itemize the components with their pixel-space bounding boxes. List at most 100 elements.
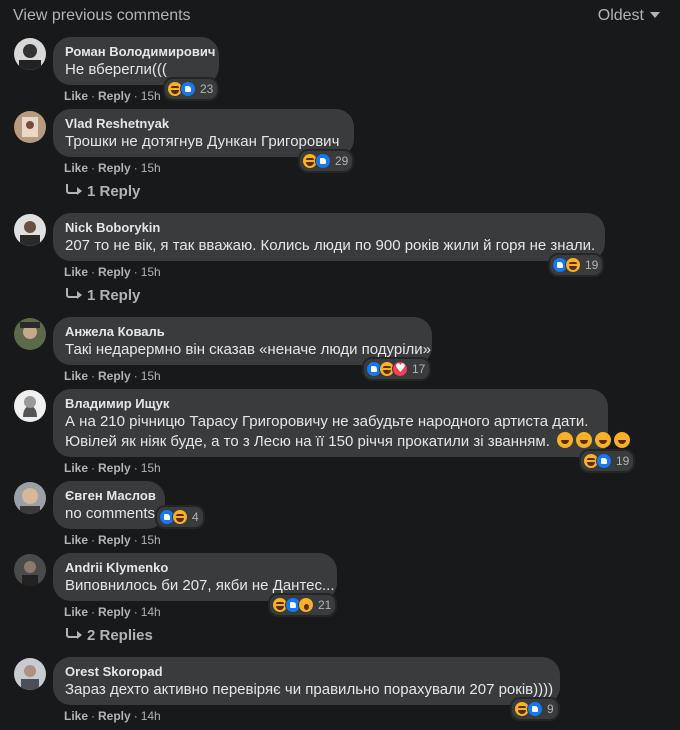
like-button[interactable]: Like [64, 369, 88, 383]
reaction-count: 17 [412, 362, 426, 376]
comment-author[interactable]: Andrii Klymenko [65, 560, 325, 576]
comment-author[interactable]: Orest Skoropad [65, 664, 548, 680]
like-reaction-icon [596, 453, 612, 469]
avatar[interactable] [14, 214, 46, 246]
reaction-count: 19 [585, 258, 599, 272]
avatar[interactable] [14, 111, 46, 143]
comment-author[interactable]: Роман Володимирович [65, 44, 215, 60]
reply-arrow-icon [66, 628, 82, 639]
reaction-count: 19 [616, 454, 630, 468]
reaction-count: 29 [335, 154, 349, 168]
comment-author[interactable]: Vlad Reshetnyak [65, 116, 342, 132]
reaction-summary[interactable]: 21 [268, 593, 338, 617]
comment-bubble: Orest Skoropad Зараз дехто активно перев… [53, 657, 560, 705]
grinning-emoji-icon [614, 432, 631, 448]
comment-text-line: Ювілей як ніяк буде, а то з Лесю на її 1… [65, 432, 631, 452]
comment-actions: Like · Reply · 15h [64, 265, 161, 279]
comment-actions: Like · Reply · 15h [64, 369, 161, 383]
reply-button[interactable]: Reply [98, 709, 131, 723]
like-button[interactable]: Like [64, 605, 88, 619]
reaction-count: 4 [192, 510, 199, 524]
comment-author[interactable]: Анжела Коваль [65, 324, 420, 340]
comment-text: no comments [65, 505, 156, 522]
comment-timestamp[interactable]: 15h [141, 461, 161, 475]
reply-button[interactable]: Reply [98, 533, 131, 547]
reaction-summary[interactable]: 17 [362, 357, 432, 381]
comment-actions: Like · Reply · 14h [64, 709, 161, 723]
comment-bubble: Владимир Ищук А на 210 річницю Тарасу Гр… [53, 389, 631, 457]
comments-header: View previous comments Oldest [0, 0, 680, 34]
sort-dropdown[interactable]: Oldest [598, 7, 660, 25]
reaction-summary[interactable]: 29 [298, 149, 355, 173]
comment-actions: Like · Reply · 15h [64, 89, 161, 103]
avatar[interactable] [14, 38, 46, 70]
reply-button[interactable]: Reply [98, 265, 131, 279]
grinning-emoji-icon [576, 432, 593, 448]
comment-text: Трошки не дотягнув Дункан Григорович [65, 133, 340, 150]
wow-reaction-icon [298, 597, 314, 613]
comment-timestamp[interactable]: 14h [141, 605, 161, 619]
avatar[interactable] [14, 318, 46, 350]
reaction-summary[interactable]: 19 [579, 449, 636, 473]
reaction-count: 23 [200, 82, 214, 96]
comment-author[interactable]: Владимир Ищук [65, 396, 596, 412]
haha-reaction-icon [172, 509, 188, 525]
reaction-summary[interactable]: 23 [163, 77, 220, 101]
like-button[interactable]: Like [64, 89, 88, 103]
comment-text: Ювілей як ніяк буде, а то з Лесю на її 1… [65, 433, 550, 450]
comment-actions: Like · Reply · 15h [64, 161, 161, 175]
haha-reaction-icon [565, 257, 581, 273]
like-reaction-icon [527, 701, 543, 717]
like-button[interactable]: Like [64, 709, 88, 723]
like-reaction-icon [315, 153, 331, 169]
reply-arrow-icon [66, 184, 82, 195]
love-reaction-icon [392, 361, 408, 377]
grinning-emoji-icon [595, 432, 612, 448]
reaction-summary[interactable]: 19 [548, 253, 605, 277]
sort-label: Oldest [597, 7, 644, 24]
reply-button[interactable]: Reply [98, 369, 131, 383]
avatar[interactable] [14, 482, 46, 514]
view-previous-comments-link[interactable]: View previous comments [13, 7, 191, 25]
view-replies-link[interactable]: 1 Reply [66, 287, 140, 304]
reaction-count: 9 [547, 702, 554, 716]
reaction-summary[interactable]: 4 [155, 505, 205, 529]
like-button[interactable]: Like [64, 161, 88, 175]
replies-count: 2 Replies [87, 627, 153, 644]
comment-actions: Like · Reply · 14h [64, 605, 161, 619]
comment-text: 207 то не вік, я так вважаю. Колись люди… [65, 237, 596, 254]
grinning-emoji-icon [557, 432, 574, 448]
comment-timestamp[interactable]: 15h [141, 533, 161, 547]
like-button[interactable]: Like [64, 533, 88, 547]
comment-text: А на 210 річницю Тарасу Григоровичу не з… [65, 413, 589, 430]
comment-timestamp[interactable]: 15h [141, 369, 161, 383]
comment-actions: Like · Reply · 15h [64, 533, 161, 547]
reply-button[interactable]: Reply [98, 89, 131, 103]
reply-button[interactable]: Reply [98, 605, 131, 619]
comment-text: Зараз дехто активно перевіряє чи правиль… [65, 681, 554, 698]
replies-count: 1 Reply [87, 287, 141, 304]
replies-count: 1 Reply [87, 183, 141, 200]
avatar[interactable] [14, 554, 46, 586]
avatar[interactable] [14, 658, 46, 690]
comment-bubble: Євген Маслов no comments [53, 481, 165, 529]
comment-bubble: Nick Boborykin 207 то не вік, я так вваж… [53, 213, 605, 261]
comment-timestamp[interactable]: 14h [141, 709, 161, 723]
comment-timestamp[interactable]: 15h [141, 265, 161, 279]
reply-arrow-icon [66, 288, 82, 299]
like-button[interactable]: Like [64, 265, 88, 279]
reply-button[interactable]: Reply [98, 461, 131, 475]
view-replies-link[interactable]: 2 Replies [66, 627, 153, 644]
comment-author[interactable]: Євген Маслов [65, 488, 156, 504]
comment-timestamp[interactable]: 15h [141, 161, 161, 175]
comment-author[interactable]: Nick Boborykin [65, 220, 593, 236]
like-button[interactable]: Like [64, 461, 88, 475]
reaction-count: 21 [318, 598, 332, 612]
comment-timestamp[interactable]: 15h [141, 89, 161, 103]
reply-button[interactable]: Reply [98, 161, 131, 175]
view-replies-link[interactable]: 1 Reply [66, 183, 140, 200]
reaction-summary[interactable]: 9 [510, 697, 560, 721]
like-reaction-icon [180, 81, 196, 97]
caret-down-icon [650, 12, 660, 18]
avatar[interactable] [14, 390, 46, 422]
